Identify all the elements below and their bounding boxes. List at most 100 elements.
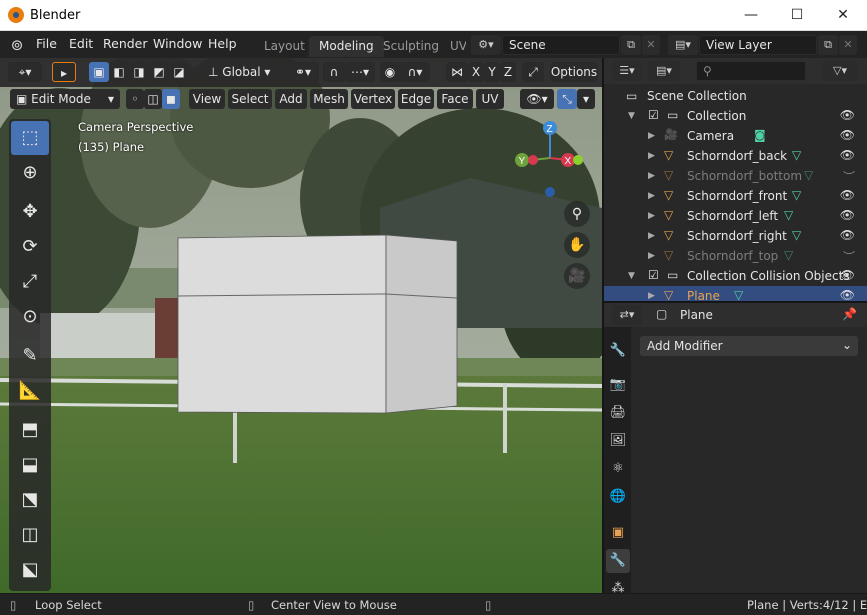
auto-merge-icon[interactable]: ⤢ — [522, 62, 544, 82]
eye-visible-icon[interactable]: 👁 — [840, 288, 855, 302]
outliner-row[interactable]: ▶ ▽ Schorndorf_left ▽ 👁 — [604, 206, 867, 226]
view-layer-tab-icon[interactable]: 🖼 — [606, 429, 630, 453]
mirror-x-button[interactable]: X — [468, 62, 484, 82]
zoom-icon[interactable]: ⚲ — [564, 201, 590, 227]
add-modifier-dropdown[interactable]: Add Modifier ⌄ — [640, 336, 858, 356]
outliner-row[interactable]: ▶ ▽ Schorndorf_bottom ▽ ︶ — [604, 166, 867, 186]
menu-edge[interactable]: Edge — [398, 89, 434, 109]
select-mode-subtract-icon[interactable]: ◨ — [129, 62, 149, 82]
outliner-row[interactable]: ▶ 🎥 Camera ◙ 👁 — [604, 126, 867, 146]
menu-vertex[interactable]: Vertex — [351, 89, 395, 109]
menu-view[interactable]: View — [189, 89, 225, 109]
mesh-data-icon[interactable]: ▽ — [804, 168, 813, 182]
measure-tool-icon[interactable]: 📐 — [11, 374, 49, 408]
outliner-row[interactable]: ▶ ▽ Schorndorf_front ▽ 👁 — [604, 186, 867, 206]
scene-tab-icon[interactable]: ⚛ — [606, 457, 630, 481]
menu-window[interactable]: Window — [153, 36, 202, 51]
menu-uv[interactable]: UV — [476, 89, 504, 109]
select-box-tool-icon[interactable]: ⬚ — [11, 121, 49, 155]
mesh-data-icon[interactable]: ▽ — [792, 228, 801, 242]
scene-field[interactable]: Scene — [502, 35, 620, 55]
rotate-tool-icon[interactable]: ⟳ — [11, 230, 49, 264]
menu-add[interactable]: Add — [275, 89, 307, 109]
collapse-arrow-icon[interactable]: ▶ — [648, 151, 655, 161]
pivot-point-icon[interactable]: ⚭▾ — [287, 62, 319, 82]
new-view-layer-icon[interactable]: ⧉ — [818, 35, 838, 55]
mesh-data-icon[interactable]: ▽ — [784, 208, 793, 222]
mirror-y-button[interactable]: Y — [484, 62, 500, 82]
filter-icon[interactable]: ▽▾ — [822, 61, 858, 81]
annotate-tool-icon[interactable]: ✎ — [11, 339, 49, 373]
close-button[interactable]: ✕ — [820, 0, 866, 31]
tab-sculpting[interactable]: Sculpting — [373, 36, 449, 57]
world-tab-icon[interactable]: 🌐 — [606, 485, 630, 509]
display-mode-icon[interactable]: ▤▾ — [648, 61, 680, 81]
proportional-edit-icon[interactable]: ◉ — [380, 62, 400, 82]
knife-tool-icon[interactable]: ⬕ — [11, 553, 49, 587]
outliner-row[interactable]: ▶ ▽ Schorndorf_right ▽ 👁 — [604, 226, 867, 246]
proportional-falloff-icon[interactable]: ∩▾ — [400, 62, 430, 82]
extrude-tool-icon[interactable]: ⬒ — [11, 413, 49, 447]
mirror-z-button[interactable]: Z — [500, 62, 516, 82]
outliner-search-input[interactable]: ⚲ — [696, 61, 806, 81]
navigation-gizmo[interactable]: Z Y X — [510, 118, 590, 208]
particles-tab-icon[interactable]: ⁂ — [606, 577, 630, 593]
outliner-editor-type-icon[interactable]: ☰▾ — [612, 61, 642, 81]
mesh-data-icon[interactable]: ▽ — [734, 288, 743, 302]
cursor-tool-icon[interactable]: ⊕ — [11, 156, 49, 190]
eye-visible-icon[interactable]: 👁 — [840, 108, 855, 122]
eye-hidden-icon[interactable]: ︶ — [843, 248, 855, 265]
eye-visible-icon[interactable]: 👁 — [840, 268, 855, 282]
pin-icon[interactable]: 📌 — [842, 307, 857, 321]
snap-target-icon[interactable]: ⋯▾ — [345, 62, 375, 82]
collapse-arrow-icon[interactable]: ▶ — [648, 131, 655, 141]
menu-face[interactable]: Face — [437, 89, 473, 109]
render-tab-icon[interactable]: 📷 — [606, 373, 630, 397]
view-layer-field[interactable]: View Layer — [699, 35, 817, 55]
object-tab-icon[interactable]: ▣ — [606, 521, 630, 545]
menu-edit[interactable]: Edit — [69, 36, 93, 51]
blender-menu-icon[interactable]: ⊚ — [8, 36, 26, 54]
collapse-arrow-icon[interactable]: ▶ — [648, 291, 655, 301]
collapse-arrow-icon[interactable]: ▶ — [648, 251, 655, 261]
menu-select[interactable]: Select — [228, 89, 272, 109]
3d-viewport[interactable]: ⌖▾ ▸ ▣ ◧ ◨ ◩ ◪ ⊥ Global ▾ ⚭▾ ∩ ⋯▾ ◉ ∩▾ ⋈… — [0, 58, 602, 593]
loop-cut-tool-icon[interactable]: ◫ — [11, 518, 49, 552]
modifier-tab-icon[interactable]: 🔧 — [606, 549, 630, 573]
tool-settings-tab-icon[interactable]: 🔧 — [606, 339, 630, 363]
collapse-arrow-icon[interactable]: ▶ — [648, 171, 655, 181]
properties-editor-type-icon[interactable]: ⇄▾ — [612, 305, 642, 325]
gizmo-toggle-icon[interactable]: ⤡ — [557, 89, 577, 109]
select-mode-extend-icon[interactable]: ◧ — [109, 62, 129, 82]
mirror-icon[interactable]: ⋈ — [446, 62, 468, 82]
eye-visible-icon[interactable]: 👁 — [840, 208, 855, 222]
menu-render[interactable]: Render — [103, 36, 148, 51]
tab-layout[interactable]: Layout — [254, 36, 315, 57]
edge-select-icon[interactable]: ◫ — [144, 89, 162, 109]
outliner-row[interactable]: ▼ ☑ ▭ Collection Collision Objects 👁 — [604, 266, 867, 286]
transform-tool-icon[interactable]: ⊙ — [11, 300, 49, 334]
tab-uv[interactable]: UV — [440, 36, 466, 57]
menu-file[interactable]: File — [36, 36, 57, 51]
maximize-button[interactable]: ☐ — [774, 0, 820, 31]
eye-visible-icon[interactable]: 👁 — [840, 128, 855, 142]
scale-tool-icon[interactable]: ⤢ — [11, 265, 49, 299]
collapse-arrow-icon[interactable]: ▶ — [648, 211, 655, 221]
minimize-button[interactable]: — — [728, 0, 774, 31]
editor-type-icon[interactable]: ⌖▾ — [8, 62, 42, 82]
vertex-select-icon[interactable]: ◦ — [126, 89, 144, 109]
eye-hidden-icon[interactable]: ︶ — [843, 168, 855, 185]
outliner-row[interactable]: ▶ ▽ Schorndorf_top ▽ ︶ — [604, 246, 867, 266]
gizmo-dropdown-icon[interactable]: ▾ — [577, 89, 595, 109]
menu-help[interactable]: Help — [208, 36, 237, 51]
mesh-data-icon[interactable]: ▽ — [792, 148, 801, 162]
outliner-row[interactable]: ▶ ▽ Schorndorf_back ▽ 👁 — [604, 146, 867, 166]
eye-visible-icon[interactable]: 👁 — [840, 148, 855, 162]
expand-arrow-icon[interactable]: ▼ — [628, 271, 635, 281]
delete-view-layer-icon[interactable]: ✕ — [839, 35, 857, 55]
area-divider-horizontal[interactable] — [604, 301, 867, 303]
face-select-icon[interactable]: ◼ — [162, 89, 180, 109]
output-tab-icon[interactable]: 🖨 — [606, 401, 630, 425]
camera-view-icon[interactable]: 🎥 — [564, 263, 590, 289]
options-button[interactable]: Options — [550, 62, 598, 82]
